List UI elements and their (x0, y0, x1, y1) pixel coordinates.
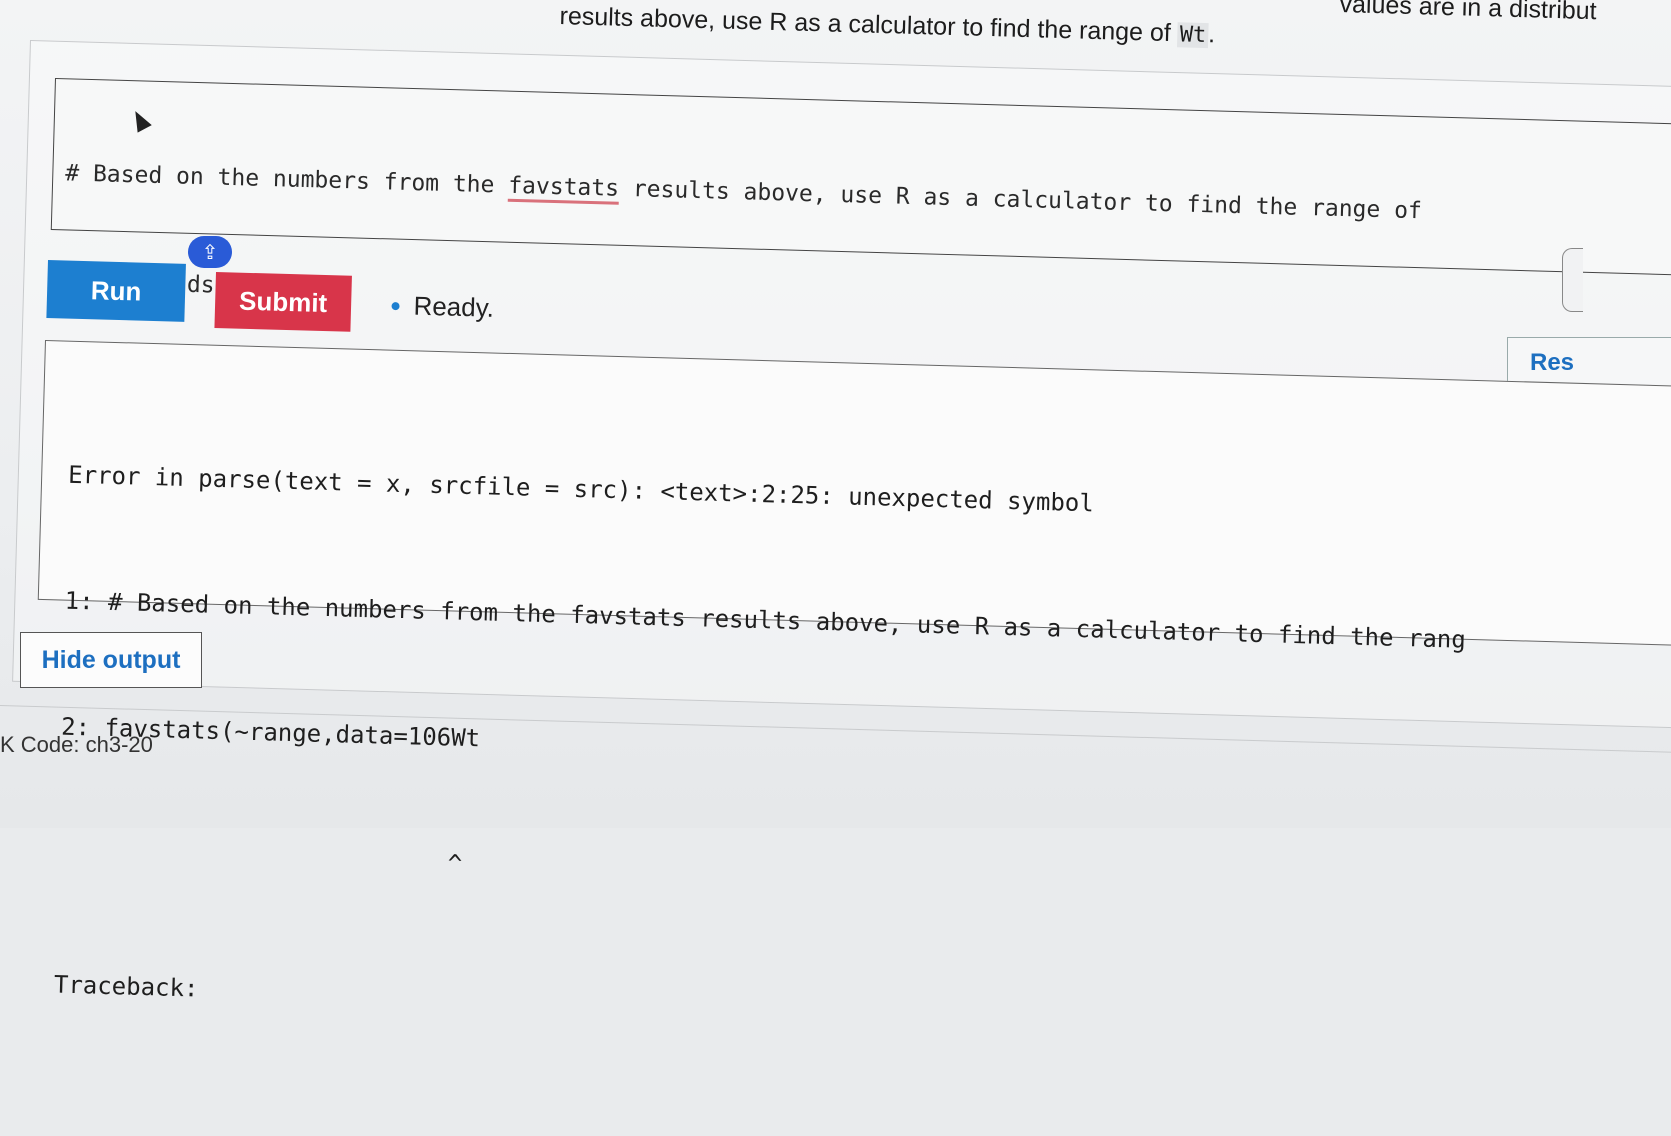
task-code: K Code: ch3-20 (0, 732, 153, 757)
status-indicator: Ready. (391, 290, 494, 324)
exercise-prompt: results above, use R as a calculator to … (559, 2, 1215, 49)
prompt-code-ref: Wt (1177, 22, 1209, 49)
prompt-text-end: . (1207, 20, 1216, 49)
output-panel: Error in parse(text = x, srcfile = src):… (37, 340, 1671, 1003)
spellcheck-word: favstats (507, 172, 620, 205)
side-panel-handle[interactable] (1562, 248, 1583, 312)
prompt-partial-top: values are in a distribut (1339, 0, 1597, 26)
status-dot-icon (391, 301, 400, 310)
code-comment-rest: results above, use R as a calculator to … (618, 175, 1423, 225)
error-line: Error in parse(text = x, srcfile = src):… (67, 460, 1095, 518)
prompt-text: results above, use R as a calculator to … (559, 2, 1179, 48)
status-text: Ready. (413, 290, 495, 323)
submit-button[interactable]: Submit (214, 272, 352, 332)
error-caret: ^ (57, 838, 463, 878)
page: values are in a distribut results above,… (0, 0, 1671, 1003)
caps-lock-icon: ⇪ (188, 236, 232, 268)
code-comment: # Based on the numbers from the (64, 160, 509, 199)
hide-output-button[interactable]: Hide output (20, 632, 202, 688)
error-line: 1: # Based on the numbers from the favst… (64, 586, 1467, 654)
error-line: 2: favstats(~range,data=106Wt (60, 712, 481, 753)
code-line-1: # Based on the numbers from the favstats… (65, 155, 1671, 236)
run-button[interactable]: Run (46, 260, 186, 322)
traceback-label: Traceback: (53, 970, 199, 1003)
